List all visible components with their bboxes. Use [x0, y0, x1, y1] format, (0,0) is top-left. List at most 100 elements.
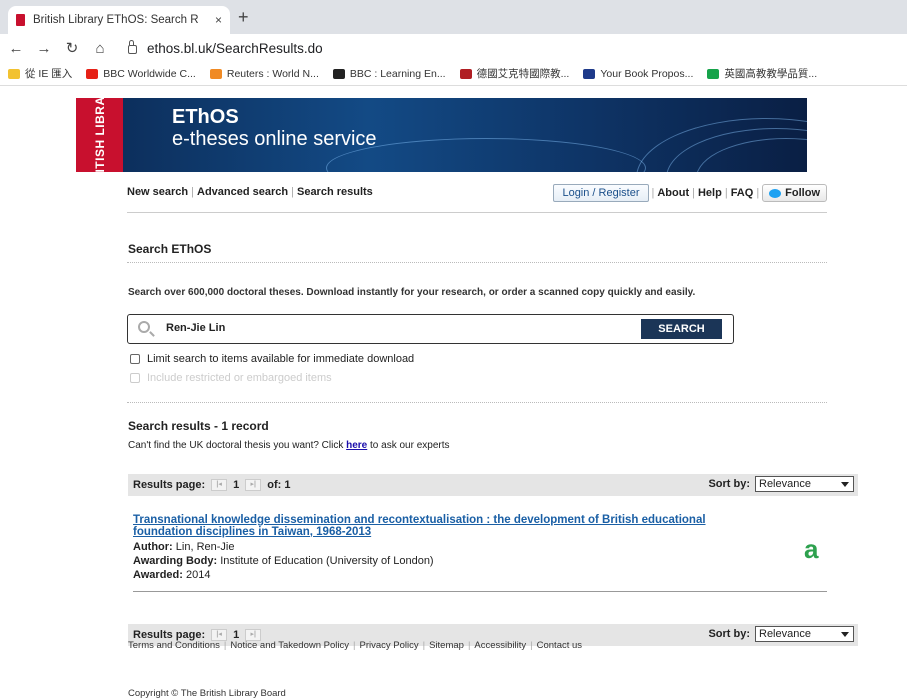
login-register-button[interactable]: Login / Register [553, 184, 649, 202]
bookmark-label: Your Book Propos... [600, 67, 694, 80]
first-page-icon: |◂ [211, 479, 228, 491]
site-navigation: New search | Advanced search | Search result… [127, 184, 827, 206]
checkbox-box[interactable] [130, 354, 140, 364]
bookmark-item[interactable]: 英國高教教學品質... [707, 66, 817, 81]
search-tagline: Search over 600,000 doctoral theses. Dow… [128, 287, 696, 298]
restricted-items-label: Include restricted or embargoed items [147, 372, 332, 384]
divider [127, 262, 827, 263]
footer-links: Terms and Conditions | Notice and Takedown… [128, 640, 583, 651]
forward-arrow-icon[interactable]: → [32, 40, 56, 57]
sort-value: Relevance [759, 478, 811, 490]
british-library-favicon-icon [16, 14, 25, 26]
bookmark-item[interactable]: BBC Worldwide C... [86, 68, 196, 80]
record-awarding-body: Awarding Body: Institute of Education (U… [133, 555, 434, 567]
bookmark-item[interactable]: Reuters : World N... [209, 67, 319, 80]
search-icon [138, 321, 150, 333]
twitter-follow-button[interactable]: Follow [762, 184, 827, 202]
search-heading: Search EThOS [128, 242, 212, 256]
sort-select[interactable]: Relevance [755, 476, 854, 492]
results-pager-top: Results page: |◂ 1 ▸| of: 1 Sort by: Rel… [128, 474, 858, 496]
open-access-icon[interactable]: a [804, 534, 818, 565]
british-library-logo[interactable]: BRITISH LIBRARY [76, 98, 123, 172]
record-awarded: Awarded: 2014 [133, 569, 211, 581]
divider [127, 212, 827, 213]
bookmark-label: 英國高教教學品質... [724, 68, 818, 80]
bookmark-label: BBC Worldwide C... [103, 67, 196, 80]
footer-link[interactable]: Accessibility [474, 640, 526, 651]
last-page-icon: ▸| [245, 479, 262, 491]
follow-label: Follow [785, 187, 820, 199]
ask-experts-link[interactable]: here [346, 440, 367, 451]
divider [127, 402, 827, 403]
tab-title: British Library EThOS: Search R [33, 14, 199, 26]
results-heading: Search results - 1 record [128, 419, 269, 433]
back-arrow-icon[interactable]: ← [4, 40, 28, 57]
sort-label: Sort by: [708, 478, 750, 490]
nav-search-results[interactable]: Search results [297, 186, 373, 198]
bookmark-favicon-icon [332, 68, 345, 79]
footer-link[interactable]: Sitemap [429, 640, 464, 651]
bookmarks-bar: 從 IE 匯入 BBC Worldwide C... Reuters : World… [0, 62, 907, 86]
page-count: of: 1 [267, 479, 291, 491]
twitter-bird-icon [769, 188, 782, 198]
divider [133, 591, 827, 592]
browser-nav-bar: ← → ↻ ⌂ ethos.bl.uk/SearchResults.do [0, 34, 907, 62]
bookmark-item[interactable]: BBC : Learning En... [332, 67, 446, 80]
url-text: ethos.bl.uk/SearchResults.do [147, 40, 323, 56]
footer-link[interactable]: Contact us [537, 640, 582, 651]
sort-value: Relevance [759, 628, 811, 640]
bookmark-label: 德國艾克特國際教... [476, 68, 570, 80]
search-button[interactable]: SEARCH [641, 319, 722, 339]
record-title-link[interactable]: Transnational knowledge dissemination an… [133, 514, 813, 538]
nav-about[interactable]: About [657, 187, 689, 199]
checkbox-box [130, 373, 140, 383]
sort-select[interactable]: Relevance [755, 626, 854, 642]
bookmark-favicon-icon [583, 68, 596, 79]
limit-download-label: Limit search to items available for imme… [147, 353, 415, 365]
copyright: Copyright © The British Library Board [128, 688, 286, 699]
sort-label: Sort by: [708, 628, 750, 640]
browser-tab-bar: British Library EThOS: Search R × + [0, 0, 907, 34]
lock-icon [128, 39, 137, 54]
sort-control: Sort by: Relevance [708, 626, 854, 642]
sort-control: Sort by: Relevance [708, 476, 854, 492]
bookmark-label: Reuters : World N... [226, 67, 319, 80]
search-box: Ren-Jie Lin SEARCH [127, 314, 734, 344]
bookmark-item[interactable]: Your Book Propos... [583, 68, 693, 80]
ask-experts-text: Can't find the UK doctoral thesis you wa… [128, 440, 450, 451]
tab-close-icon[interactable]: × [215, 13, 222, 27]
ethos-banner: BRITISH LIBRARY EThOS e-theses online se… [76, 98, 807, 172]
new-tab-icon[interactable]: + [238, 7, 249, 28]
nav-new-search[interactable]: New search [127, 186, 188, 198]
bookmark-favicon-icon [459, 68, 472, 79]
nav-advanced-search[interactable]: Advanced search [197, 186, 288, 198]
footer-link[interactable]: Notice and Takedown Policy [230, 640, 349, 651]
chevron-down-icon [841, 481, 849, 487]
record-author: Author: Lin, Ren-Jie [133, 541, 235, 553]
search-input[interactable]: Ren-Jie Lin [166, 322, 225, 334]
bookmark-favicon-icon [86, 68, 99, 79]
ethos-subtitle: e-theses online service [172, 128, 377, 150]
footer-link[interactable]: Terms and Conditions [128, 640, 220, 651]
account-navigation: Login / Register | About | Help | FAQ | … [553, 184, 827, 202]
bookmark-item[interactable]: 德國艾克特國際教... [459, 66, 570, 81]
pager-label: Results page: [133, 479, 206, 491]
logo-text: BRITISH LIBRARY [92, 98, 107, 172]
bookmark-label: 從 IE 匯入 [25, 68, 73, 80]
current-page: 1 [233, 479, 240, 491]
nav-faq[interactable]: FAQ [731, 187, 754, 199]
chevron-down-icon [841, 631, 849, 637]
footer-link[interactable]: Privacy Policy [359, 640, 418, 651]
limit-download-checkbox[interactable]: Limit search to items available for imme… [130, 353, 414, 365]
bookmark-label: BBC : Learning En... [349, 67, 446, 80]
home-icon[interactable]: ⌂ [88, 40, 112, 57]
bookmark-favicon-icon [209, 68, 222, 79]
nav-help[interactable]: Help [698, 187, 722, 199]
browser-tab[interactable]: British Library EThOS: Search R × [8, 6, 230, 34]
bookmark-item[interactable]: 從 IE 匯入 [8, 66, 72, 81]
reload-icon[interactable]: ↻ [60, 39, 84, 57]
address-bar[interactable]: ethos.bl.uk/SearchResults.do [128, 36, 323, 60]
restricted-items-checkbox: Include restricted or embargoed items [130, 372, 332, 384]
bookmark-favicon-icon [8, 68, 20, 79]
bookmark-favicon-icon [707, 68, 720, 79]
